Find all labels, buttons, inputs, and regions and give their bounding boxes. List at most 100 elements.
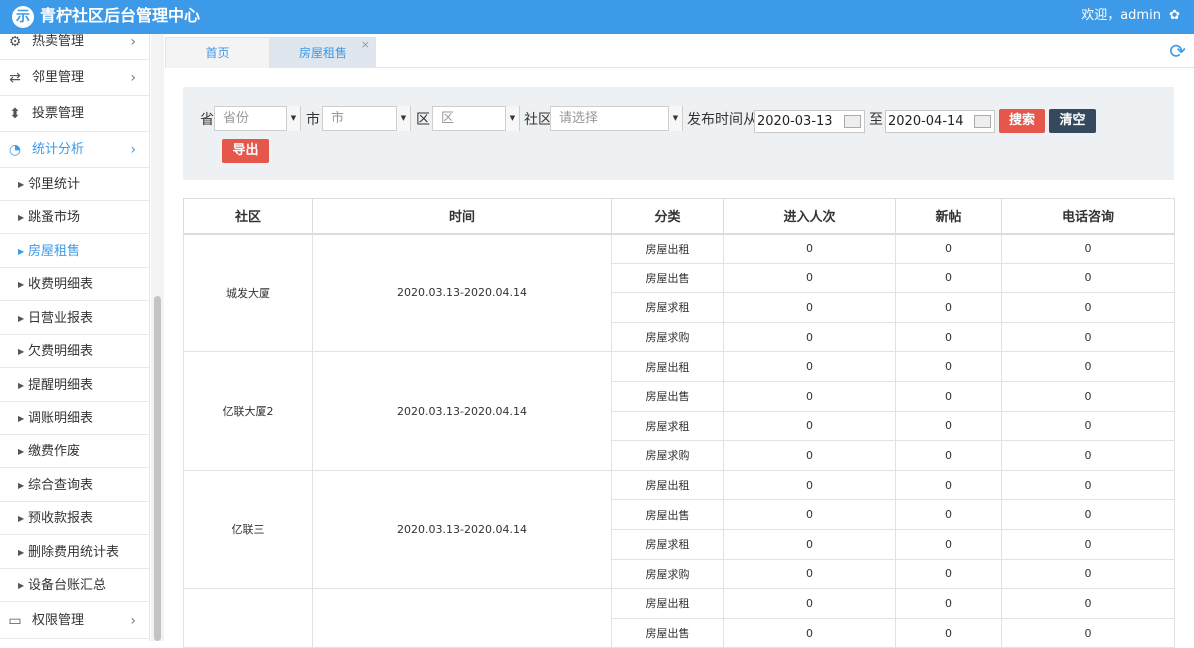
caret-right-icon: ▶	[18, 581, 25, 590]
cell-new-posts: 0	[895, 380, 1002, 412]
cell-community	[183, 588, 313, 648]
sort-icon: ⬍	[9, 106, 21, 122]
cell-category: 房屋求购	[611, 558, 724, 590]
sidebar-scrollbar[interactable]	[151, 34, 164, 641]
cell-community: 亿联三	[183, 469, 313, 590]
sidebar-sub-item[interactable]: ▶ 日营业报表	[0, 302, 149, 335]
sidebar-sub-item[interactable]: ▶ 删除费用统计表	[0, 536, 149, 569]
cell-category: 房屋出售	[611, 262, 724, 294]
cell-visits: 0	[723, 321, 896, 353]
cell-category: 房屋求租	[611, 410, 724, 442]
cell-visits: 0	[723, 528, 896, 560]
sidebar-item-label: 统计分析	[32, 142, 85, 157]
city-select[interactable]: 市 ▼	[322, 106, 411, 131]
table-row: 城发大厦 2020.03.13-2020.04.14 房屋出租 0 0 0	[183, 232, 1175, 353]
sidebar-item-permissions[interactable]: ▭ 权限管理 ›	[0, 603, 149, 639]
top-bar: 示 青柠社区后台管理中心 欢迎，admin ✿	[0, 0, 1194, 34]
dropdown-arrow-icon: ▼	[396, 106, 410, 131]
clear-button[interactable]: 清空	[1049, 109, 1096, 133]
cell-phone-inquiries: 0	[1001, 351, 1175, 382]
logo-icon: 示	[12, 6, 34, 28]
sidebar-sub-item[interactable]: ▶ 设备台账汇总	[0, 569, 149, 602]
table-body: 城发大厦 2020.03.13-2020.04.14 房屋出租 0 0 0 房屋出售 0 0 0 房…	[183, 232, 1175, 648]
cell-category: 房屋求购	[611, 440, 724, 471]
cell-new-posts: 0	[895, 528, 1002, 560]
scrollbar-thumb[interactable]	[154, 296, 161, 641]
cell-visits: 0	[723, 351, 896, 382]
swap-icon: ⇄	[9, 70, 21, 86]
pie-chart-icon: ◔	[8, 142, 22, 158]
cell-new-posts: 0	[895, 321, 1002, 353]
province-select[interactable]: 省份 ▼	[214, 106, 301, 131]
tab-house-rental[interactable]: 房屋租售 ×	[270, 37, 376, 68]
cell-category: 房屋求购	[611, 321, 724, 353]
community-select[interactable]: 请选择 ▼	[550, 106, 683, 131]
sidebar-item-label: 投票管理	[32, 106, 85, 121]
sidebar-sub-item[interactable]: ▶ 提醒明细表	[0, 369, 149, 402]
welcome-text: 欢迎，admin	[1081, 8, 1161, 23]
calendar-icon[interactable]	[844, 115, 861, 128]
caret-right-icon: ▶	[18, 347, 25, 356]
cell-visits: 0	[723, 617, 896, 648]
cell-visits: 0	[723, 410, 896, 442]
caret-right-icon: ▶	[18, 314, 25, 323]
sidebar-item-vote[interactable]: ⬍ 投票管理	[0, 96, 149, 132]
app-title: 青柠社区后台管理中心	[40, 6, 201, 25]
cell-category: 房屋出租	[611, 588, 724, 619]
cell-category: 房屋出租	[611, 351, 724, 382]
sidebar-sub-item[interactable]: ▶ 缴费作废	[0, 435, 149, 468]
column-header: 时间	[312, 198, 612, 235]
table-row: 房屋出租 0 0 0	[183, 588, 1175, 648]
sidebar-item-neighbor[interactable]: ⇄ 邻里管理 ›	[0, 60, 149, 96]
caret-right-icon: ▶	[18, 514, 25, 523]
settings-icon[interactable]: ✿	[1169, 8, 1180, 23]
cell-new-posts: 0	[895, 233, 1002, 264]
cell-visits: 0	[723, 380, 896, 412]
cell-new-posts: 0	[895, 292, 1002, 323]
cell-visits: 0	[723, 588, 896, 619]
sidebar-item-hot-sale[interactable]: ⚙ 热卖管理 ›	[0, 34, 149, 60]
district-select[interactable]: 区 ▼	[432, 106, 520, 131]
sidebar-sub-item[interactable]: ▶ 调账明细表	[0, 402, 149, 435]
province-label: 省	[200, 112, 214, 128]
tab-home[interactable]: 首页	[165, 37, 270, 68]
calendar-icon[interactable]	[974, 115, 991, 128]
cell-time: 2020.03.13-2020.04.14	[312, 351, 612, 471]
cell-visits: 0	[723, 499, 896, 530]
refresh-icon[interactable]: ⟳	[1169, 39, 1186, 63]
monitor-icon: ▭	[8, 613, 22, 629]
sidebar-sub-item[interactable]: ▶ 欠费明细表	[0, 335, 149, 368]
gear-icon: ⚙	[8, 34, 22, 50]
chevron-right-icon: ›	[130, 34, 136, 50]
search-button[interactable]: 搜索	[999, 109, 1045, 133]
sidebar-sub-item-active[interactable]: ▶ 房屋租售	[0, 235, 149, 268]
cell-new-posts: 0	[895, 558, 1002, 590]
sidebar-sub-item[interactable]: ▶ 综合查询表	[0, 469, 149, 502]
cell-time	[312, 588, 612, 648]
sidebar-sub-item[interactable]: ▶ 预收款报表	[0, 502, 149, 535]
caret-right-icon: ▶	[18, 381, 25, 390]
sidebar-item-statistics[interactable]: ◔ 统计分析 ›	[0, 132, 149, 168]
cell-phone-inquiries: 0	[1001, 588, 1175, 619]
export-button[interactable]: 导出	[222, 139, 269, 163]
cell-new-posts: 0	[895, 499, 1002, 530]
sidebar-item-label: 热卖管理	[32, 34, 85, 49]
caret-right-icon: ▶	[18, 180, 25, 189]
close-icon[interactable]: ×	[361, 29, 370, 60]
caret-right-icon: ▶	[18, 414, 25, 423]
city-label: 市	[306, 112, 320, 128]
cell-category: 房屋出租	[611, 233, 724, 264]
sidebar-sub-item[interactable]: ▶ 邻里统计	[0, 168, 149, 201]
cell-phone-inquiries: 0	[1001, 380, 1175, 412]
caret-right-icon: ▶	[18, 247, 25, 256]
sidebar-sub-item[interactable]: ▶ 收费明细表	[0, 268, 149, 301]
user-menu[interactable]: 欢迎，admin ✿	[1081, 0, 1180, 32]
sidebar-item-label: 邻里管理	[32, 70, 85, 85]
cell-category: 房屋出售	[611, 380, 724, 412]
sidebar-sub-item[interactable]: ▶ 跳蚤市场	[0, 201, 149, 234]
cell-new-posts: 0	[895, 262, 1002, 294]
cell-visits: 0	[723, 440, 896, 471]
date-to-input[interactable]: 2020-04-14	[885, 110, 995, 133]
dropdown-arrow-icon: ▼	[505, 106, 519, 131]
date-from-input[interactable]: 2020-03-13	[754, 110, 865, 133]
